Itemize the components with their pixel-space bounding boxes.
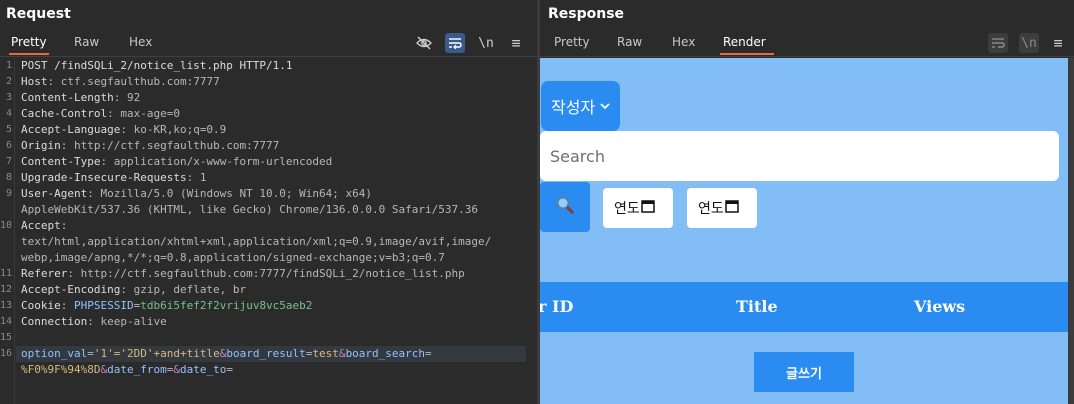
header-line-origin: Origin: http://ctf.segfaulthub.com:7777 bbox=[21, 139, 280, 152]
header-line-host: Host: ctf.segfaulthub.com:7777 bbox=[21, 75, 220, 88]
response-tab-hex[interactable]: Hex bbox=[670, 35, 697, 53]
line-number: 6 bbox=[5, 140, 12, 151]
request-scrollbar[interactable] bbox=[529, 58, 535, 404]
header-line-upgrade-insecure: Upgrade-Insecure-Requests: 1 bbox=[21, 171, 207, 184]
response-tab-raw[interactable]: Raw bbox=[615, 35, 644, 53]
response-tab-pretty[interactable]: Pretty bbox=[552, 35, 592, 53]
calendar-icon bbox=[641, 199, 655, 217]
date-from-field[interactable]: 연도 bbox=[603, 188, 673, 228]
line-number: 14 bbox=[0, 316, 13, 327]
header-line-content-length: Content-Length: 92 bbox=[21, 91, 141, 104]
request-editor[interactable]: 1 2 3 4 5 6 7 8 9 10 11 12 13 14 15 16 P… bbox=[0, 58, 532, 404]
newline-icon[interactable]: \n bbox=[476, 33, 496, 53]
request-line: POST /findSQLi_2/notice_list.php HTTP/1.… bbox=[21, 59, 293, 72]
line-number: 4 bbox=[5, 108, 12, 119]
search-button[interactable] bbox=[540, 182, 590, 232]
render-view: 작성자 Search 연도 연도 r ID Title Views 글쓰기 bbox=[540, 58, 1068, 404]
request-pane: Request Pretty Raw Hex \n ≡ 1 2 3 4 5 6 … bbox=[0, 0, 538, 404]
header-line-accept-cont: text/html,application/xhtml+xml,applicat… bbox=[21, 235, 492, 248]
request-tab-raw[interactable]: Raw bbox=[72, 35, 101, 53]
table-header-row: r ID Title Views bbox=[540, 282, 1068, 332]
chevron-down-icon bbox=[600, 100, 610, 113]
response-toolbar: \n ≡ bbox=[986, 33, 1074, 53]
request-tab-pretty[interactable]: Pretty bbox=[9, 35, 49, 55]
body-line: option_val='1'='2DD'+and+title&board_res… bbox=[21, 347, 432, 360]
header-line-content-type: Content-Type: application/x-www-form-url… bbox=[21, 155, 333, 168]
line-number: 5 bbox=[5, 124, 12, 135]
date-to-value: 연도 bbox=[698, 201, 724, 217]
line-number: 16 bbox=[0, 348, 13, 359]
menu-icon[interactable]: ≡ bbox=[506, 33, 526, 53]
header-line-accept-encoding: Accept-Encoding: gzip, deflate, br bbox=[21, 283, 247, 296]
line-number: 1 bbox=[5, 60, 12, 71]
request-tab-hex[interactable]: Hex bbox=[127, 35, 154, 53]
response-tab-render[interactable]: Render bbox=[720, 35, 774, 55]
line-number: 9 bbox=[5, 188, 12, 199]
search-placeholder: Search bbox=[550, 146, 605, 166]
header-line-user-agent-cont: AppleWebKit/537.36 (KHTML, like Gecko) C… bbox=[21, 203, 478, 216]
eye-slash-icon[interactable] bbox=[414, 33, 434, 53]
column-header-title: Title bbox=[736, 297, 778, 316]
header-line-cache-control: Cache-Control: max-age=0 bbox=[21, 107, 180, 120]
line-number: 12 bbox=[0, 284, 13, 295]
search-input[interactable]: Search bbox=[540, 131, 1059, 181]
wrap-icon[interactable] bbox=[445, 33, 465, 53]
calendar-icon bbox=[725, 199, 739, 217]
search-icon bbox=[555, 195, 575, 219]
line-number: 10 bbox=[0, 220, 13, 231]
author-select-label: 작성자 bbox=[551, 98, 596, 117]
header-line-user-agent: User-Agent: Mozilla/5.0 (Windows NT 10.0… bbox=[21, 187, 373, 200]
response-pane: Response Pretty Raw Hex Render \n ≡ 작성자 … bbox=[540, 0, 1074, 404]
line-number: 8 bbox=[5, 172, 12, 183]
newline-icon[interactable]: \n bbox=[1019, 33, 1039, 53]
menu-icon[interactable]: ≡ bbox=[1048, 33, 1068, 53]
line-number: 11 bbox=[0, 268, 13, 279]
header-line-connection: Connection: keep-alive bbox=[21, 315, 167, 328]
line-number: 3 bbox=[5, 92, 12, 103]
line-number: 15 bbox=[0, 332, 13, 343]
date-from-value: 연도 bbox=[614, 201, 640, 217]
header-line-referer: Referer: http://ctf.segfaulthub.com:7777… bbox=[21, 267, 465, 280]
render-scrollbar[interactable] bbox=[1068, 58, 1074, 404]
wrap-icon[interactable] bbox=[988, 33, 1008, 53]
author-select[interactable]: 작성자 bbox=[541, 81, 620, 131]
line-number: 7 bbox=[5, 156, 12, 167]
request-toolbar: \n ≡ bbox=[412, 33, 532, 53]
date-to-field[interactable]: 연도 bbox=[687, 188, 757, 228]
header-line-accept-cont-2: webp,image/apng,*/*;q=0.8,application/si… bbox=[21, 251, 445, 264]
column-header-id: r ID bbox=[540, 297, 574, 316]
request-title: Request bbox=[6, 6, 71, 22]
header-line-cookie: Cookie: PHPSESSID=tdb6i5fef2f2vrijuv8vc5… bbox=[21, 299, 313, 312]
header-line-accept: Accept: bbox=[21, 219, 68, 232]
write-button[interactable]: 글쓰기 bbox=[754, 352, 854, 392]
line-number: 13 bbox=[0, 300, 13, 311]
header-line-accept-language: Accept-Language: ko-KR,ko;q=0.9 bbox=[21, 123, 227, 136]
body-line-cont: %F0%9F%94%8D&date_from=&date_to= bbox=[21, 363, 233, 376]
line-number: 2 bbox=[5, 76, 12, 87]
response-title: Response bbox=[548, 6, 625, 22]
column-header-views: Views bbox=[914, 297, 966, 316]
